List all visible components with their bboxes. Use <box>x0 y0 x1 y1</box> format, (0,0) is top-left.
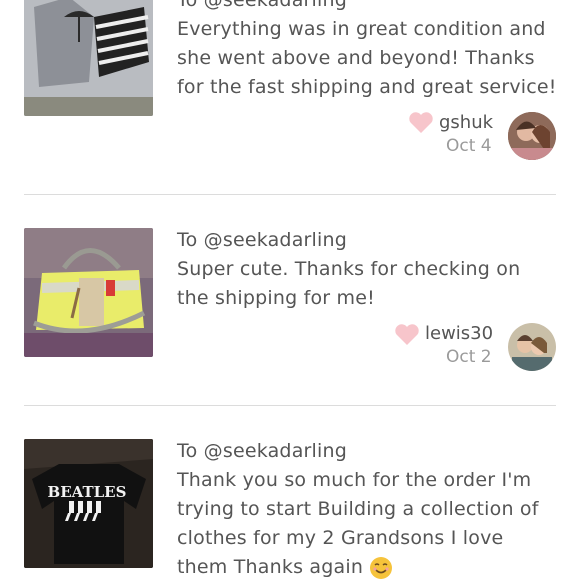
review-text-content: Thank you so much for the order I'm tryi… <box>177 469 539 578</box>
review-text: Everything was in great condition and sh… <box>177 18 557 98</box>
review-date: Oct 4 <box>446 136 492 156</box>
listing-thumbnail[interactable] <box>24 228 153 357</box>
beatles-shirt-photo-icon: BEATLES <box>24 439 153 568</box>
review-recipient: To @seekadarling <box>177 229 348 251</box>
divider <box>24 405 556 406</box>
heart-icon[interactable] <box>408 112 434 134</box>
shirt-logo-text: BEATLES <box>48 483 127 501</box>
review-recipient: To @seekadarling <box>177 440 348 462</box>
reviewer-username[interactable]: lewis30 <box>425 323 493 344</box>
reviewer-avatar[interactable] <box>508 112 556 160</box>
listing-thumbnail[interactable] <box>24 0 153 116</box>
listing-thumbnail[interactable]: BEATLES <box>24 439 153 568</box>
divider <box>24 194 556 195</box>
reviewer-username[interactable]: gshuk <box>439 112 493 133</box>
review-text: Thank you so much for the order I'm tryi… <box>177 466 552 582</box>
review-text: Super cute. Thanks for checking on the s… <box>177 258 521 309</box>
handbag-photo-icon <box>24 228 153 357</box>
couple-avatar-icon <box>508 112 556 160</box>
smiling-emoji-icon <box>370 556 393 579</box>
reviewer-avatar[interactable] <box>508 323 556 371</box>
couple-avatar-icon <box>508 323 556 371</box>
clothing-photo-icon <box>24 0 153 116</box>
review-recipient: To @seekadarling <box>177 0 348 11</box>
heart-icon[interactable] <box>394 324 420 346</box>
review-date: Oct 2 <box>446 347 492 367</box>
